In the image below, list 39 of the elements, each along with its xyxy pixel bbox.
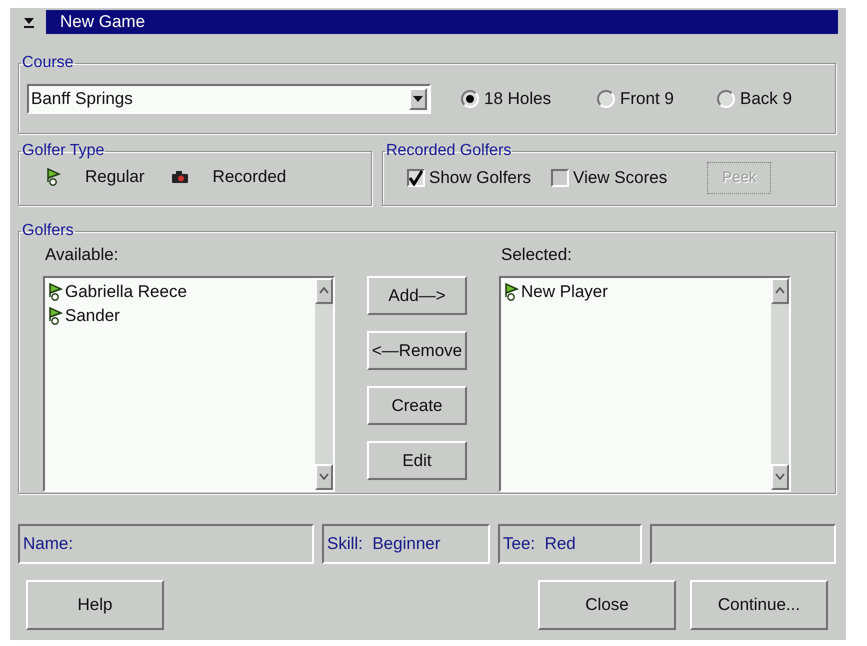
group-label: Recorded Golfers <box>385 142 512 160</box>
list-label: Available: <box>44 244 120 266</box>
status-field: Skill: Beginner <box>322 524 490 564</box>
scrollbar[interactable] <box>315 278 333 490</box>
scroll-up-icon[interactable] <box>319 287 329 294</box>
golfer-list[interactable]: New Player <box>499 276 791 492</box>
golfer-list[interactable]: Gabriella Reece Sander <box>43 276 335 492</box>
hole-option[interactable]: Back 9 <box>717 86 801 112</box>
hole-option[interactable]: Front 9 <box>597 86 681 112</box>
checkbox[interactable]: View Scores <box>551 165 668 191</box>
hole-option[interactable]: 18 Holes <box>461 86 561 112</box>
dialog-button[interactable]: Close <box>538 580 676 630</box>
scrollbar[interactable] <box>771 278 789 490</box>
check-icon <box>409 170 423 186</box>
scroll-down-icon[interactable] <box>775 473 785 480</box>
golfer-type-label: Regular <box>85 166 145 188</box>
window-title: New Game <box>46 10 838 34</box>
golfer-name: Sander <box>65 304 120 327</box>
golfer-name: Gabriella Reece <box>65 280 187 303</box>
golfer-name: New Player <box>521 280 608 303</box>
golfer-type-label: Recorded <box>212 166 286 188</box>
dialog-button[interactable]: Continue... <box>690 580 828 630</box>
scroll-down-icon[interactable] <box>319 473 329 480</box>
list-label: Selected: <box>500 244 573 266</box>
group-label: Golfers <box>21 222 75 240</box>
checkbox[interactable]: Show Golfers <box>407 165 532 191</box>
action-button[interactable]: <—Remove <box>367 331 467 370</box>
status-field: Name: <box>18 524 314 564</box>
group-label: Golfer Type <box>21 142 106 160</box>
scroll-up-icon[interactable] <box>775 287 785 294</box>
action-button[interactable]: Create <box>367 386 467 425</box>
caret-icon <box>413 96 423 102</box>
dialog-button[interactable]: Help <box>26 580 164 630</box>
camera-icon <box>170 170 189 184</box>
course-dropdown[interactable]: Banff Springs <box>27 84 431 114</box>
action-button[interactable]: Add—> <box>367 276 467 315</box>
group-label: Course <box>21 54 75 72</box>
status-field: Tee: Red <box>498 524 642 564</box>
action-button[interactable]: Edit <box>367 441 467 480</box>
